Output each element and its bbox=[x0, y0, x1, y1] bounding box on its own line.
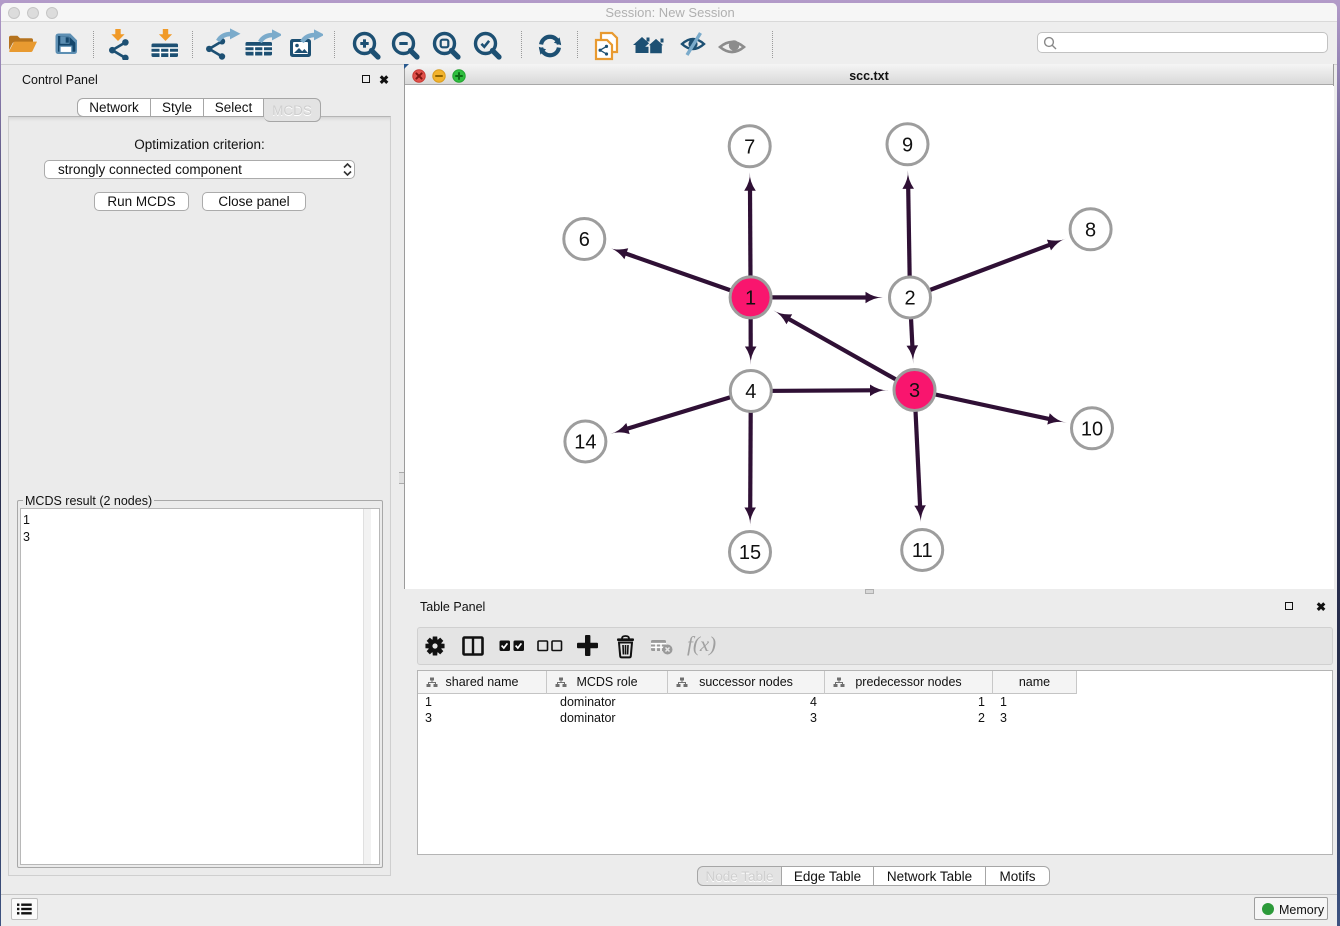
svg-text:11: 11 bbox=[912, 540, 933, 562]
svg-text:14: 14 bbox=[574, 432, 596, 454]
svg-text:4: 4 bbox=[745, 381, 756, 403]
svg-text:6: 6 bbox=[579, 229, 590, 251]
svg-text:3: 3 bbox=[909, 380, 920, 402]
svg-text:10: 10 bbox=[1081, 418, 1103, 440]
svg-text:15: 15 bbox=[739, 542, 761, 564]
svg-text:7: 7 bbox=[744, 136, 755, 158]
svg-text:8: 8 bbox=[1085, 219, 1096, 241]
svg-text:9: 9 bbox=[902, 134, 913, 156]
svg-text:2: 2 bbox=[904, 288, 915, 310]
svg-text:1: 1 bbox=[745, 287, 756, 309]
